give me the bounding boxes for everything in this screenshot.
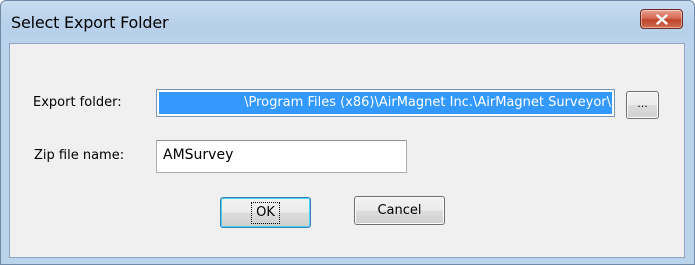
cancel-button[interactable]: Cancel (354, 196, 445, 225)
dialog-body: Export folder: \Program Files (x86)\AirM… (9, 43, 685, 258)
close-x-icon (656, 14, 668, 25)
browse-button[interactable]: ... (626, 91, 659, 119)
export-folder-input[interactable]: \Program Files (x86)\AirMagnet Inc.\AirM… (156, 89, 615, 117)
zip-file-name-input[interactable]: AMSurvey (156, 140, 407, 173)
dialog-title: Select Export Folder (11, 13, 169, 32)
dialog-window: Select Export Folder Export folder: \Pro… (0, 0, 695, 265)
export-folder-value[interactable]: \Program Files (x86)\AirMagnet Inc.\AirM… (159, 92, 612, 114)
export-folder-label: Export folder: (33, 95, 122, 110)
title-bar[interactable]: Select Export Folder (1, 1, 694, 43)
ok-button-label: OK (251, 202, 280, 224)
close-button[interactable] (640, 9, 683, 29)
ok-button[interactable]: OK (220, 197, 311, 228)
zip-file-name-label: Zip file name: (34, 148, 125, 163)
